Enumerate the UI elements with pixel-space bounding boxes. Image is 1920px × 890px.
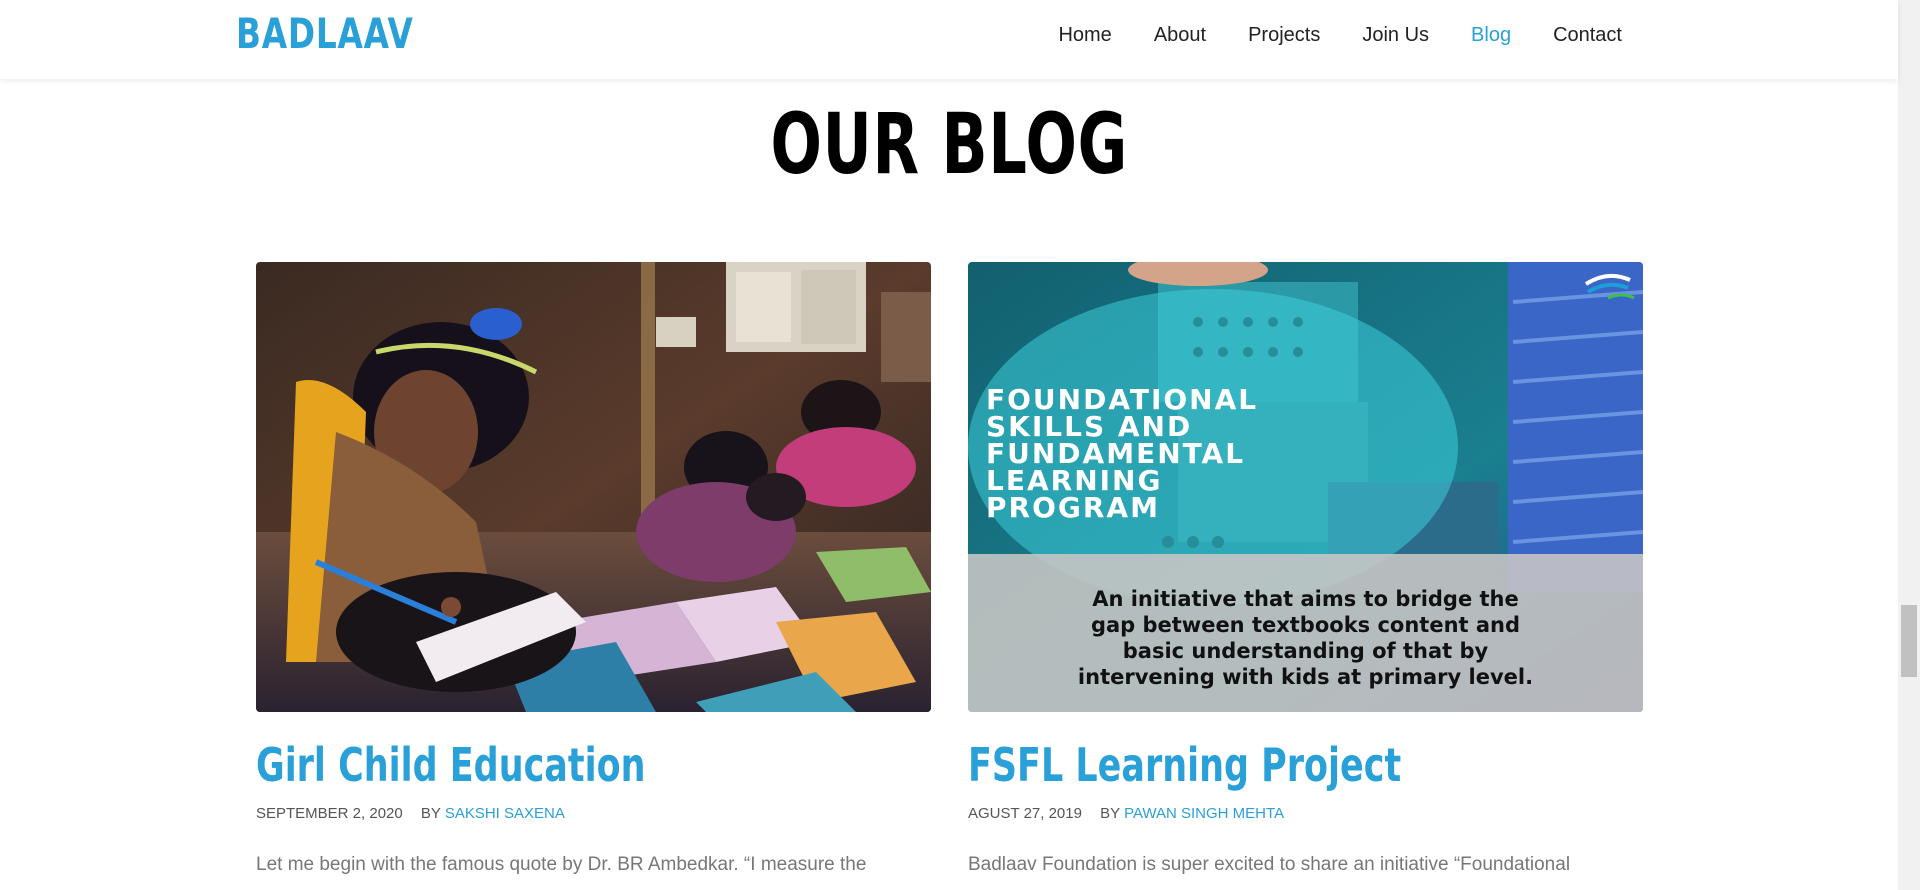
post-excerpt: Badlaav Foundation is super excited to s… (968, 854, 1571, 875)
post-title[interactable]: FSFL Learning Project (968, 738, 1481, 792)
image-heading-line: FOUNDATIONAL (986, 383, 1259, 416)
main-nav: Home About Projects Join Us Blog Contact (1037, 20, 1622, 50)
page-scrollbar[interactable] (1898, 0, 1920, 890)
nav-item-contact[interactable]: Contact (1532, 20, 1622, 50)
image-caption-line: gap between textbooks content and (1090, 613, 1521, 637)
nav-item-home[interactable]: Home (1037, 20, 1132, 50)
image-caption: An initiative that aims to bridge the ga… (968, 586, 1643, 690)
post-date: SEPTEMBER 2, 2020 (256, 805, 403, 822)
post-image[interactable]: FOUNDATIONAL SKILLS AND FUNDAMENTAL LEAR… (968, 262, 1643, 712)
image-heading-line: SKILLS AND (986, 410, 1193, 443)
post-author-link[interactable]: SAKSHI SAXENA (445, 805, 565, 822)
scrollbar-thumb[interactable] (1901, 605, 1917, 677)
image-heading-line: LEARNING (986, 464, 1163, 497)
post-date: AGUST 27, 2019 (968, 805, 1082, 822)
nav-item-join-us[interactable]: Join Us (1341, 20, 1450, 50)
site-logo[interactable]: BADLAAV (236, 12, 414, 56)
post-title[interactable]: Girl Child Education (256, 738, 769, 792)
nav-item-blog[interactable]: Blog (1450, 20, 1532, 50)
image-heading: FOUNDATIONAL SKILLS AND FUNDAMENTAL LEAR… (986, 383, 1259, 524)
image-caption-line: An initiative that aims to bridge the (1092, 587, 1519, 611)
section-title-text: OUR BLOG (770, 95, 1128, 193)
nav-item-about[interactable]: About (1133, 20, 1227, 50)
post-meta: SEPTEMBER 2, 2020 BY SAKSHI SAXENA (256, 804, 931, 824)
post-by-label: BY (420, 805, 441, 822)
image-heading-line: FUNDAMENTAL (986, 437, 1246, 470)
girls-studying-photo (256, 262, 931, 712)
post-image[interactable] (256, 262, 931, 712)
blog-post-card: Girl Child Education SEPTEMBER 2, 2020 B… (256, 262, 931, 878)
site-header: BADLAAV Home About Projects Join Us Blog… (0, 0, 1898, 79)
nav-item-projects[interactable]: Projects (1227, 20, 1341, 50)
post-author-link[interactable]: PAWAN SINGH MEHTA (1124, 805, 1284, 822)
image-caption-line: intervening with kids at primary level. (1077, 665, 1534, 689)
post-by-label: BY (1100, 805, 1120, 822)
blog-post-card: FOUNDATIONAL SKILLS AND FUNDAMENTAL LEAR… (968, 262, 1643, 878)
image-caption-line: basic understanding of that by (1122, 639, 1489, 663)
section-title: OUR BLOG (0, 96, 1898, 192)
post-meta: AGUST 27, 2019 BY PAWAN SINGH MEHTA (968, 804, 1643, 824)
image-heading-line: PROGRAM (986, 491, 1160, 524)
post-excerpt: Let me begin with the famous quote by Dr… (256, 854, 867, 875)
